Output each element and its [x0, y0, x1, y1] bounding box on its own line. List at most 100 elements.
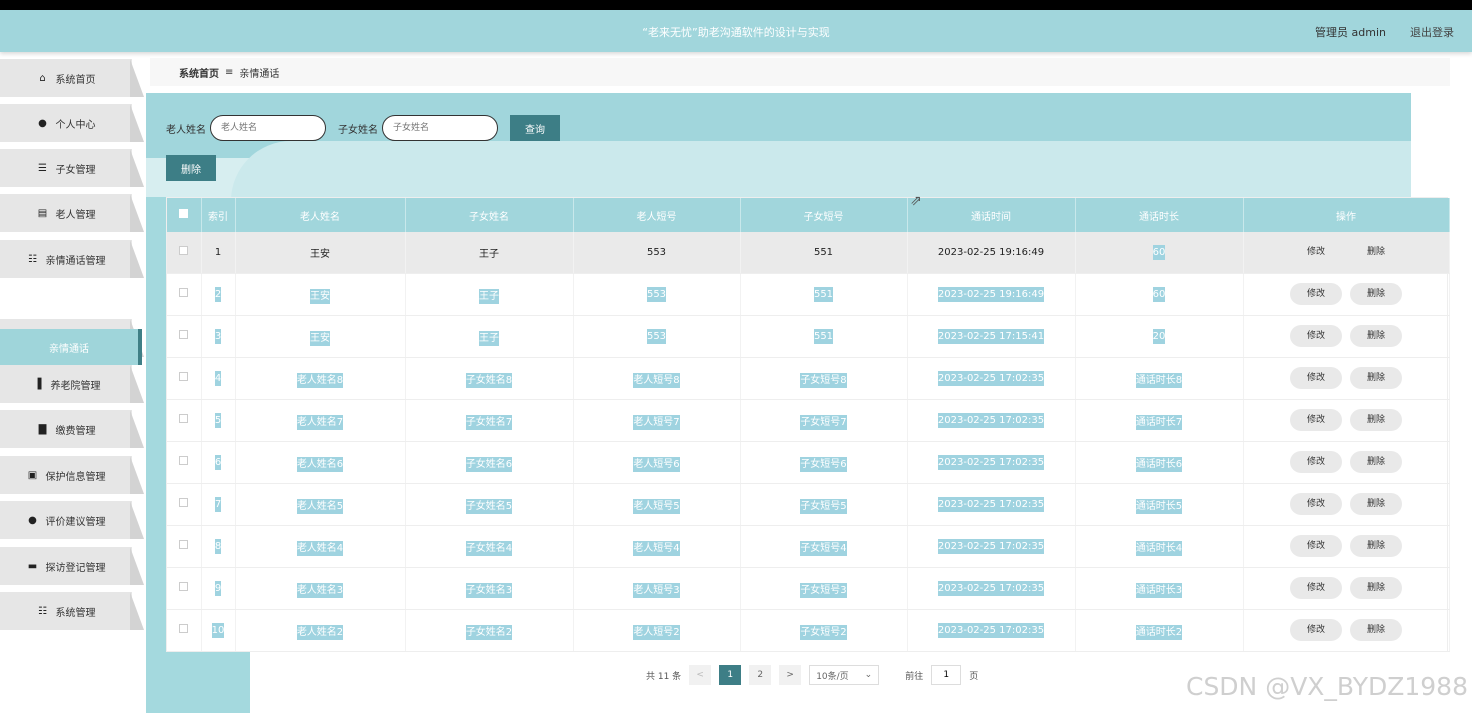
- cell-text: 551: [813, 286, 834, 302]
- cell-text: 2023-02-25 17:02:35: [937, 412, 1045, 428]
- page-1-button[interactable]: 1: [719, 665, 742, 685]
- select-all-header[interactable]: [167, 198, 202, 232]
- page-2-button[interactable]: 2: [749, 665, 772, 685]
- delete-button[interactable]: 删除: [1350, 367, 1402, 389]
- row-select-cell[interactable]: [167, 315, 202, 358]
- sidebar-item[interactable]: ▬ 探访登记管理: [0, 547, 146, 585]
- table-row[interactable]: 9 老人姓名3 子女姓名3 老人短号3 子女短号3 2023-02-25 17:02:35…: [167, 567, 1450, 610]
- breadcrumb-home[interactable]: 系统首页: [179, 65, 219, 80]
- table-header-row: 索引 老人姓名 子女姓名 老人短号 子女短号 通话时间 通话时长 操作: [167, 198, 1450, 232]
- sidebar-subitem-active[interactable]: 亲情通话: [0, 329, 142, 365]
- delete-button[interactable]: 删除: [1350, 577, 1402, 599]
- sidebar-item[interactable]: ☷ 系统管理: [0, 592, 146, 630]
- sidebar-item[interactable]: ☰ 子女管理: [0, 149, 146, 187]
- logout-link[interactable]: 退出登录: [1410, 24, 1454, 40]
- delete-button[interactable]: 删除: [1350, 619, 1402, 641]
- breadcrumb: 系统首页 ≡ 亲情通话: [150, 58, 1450, 86]
- row-select-cell[interactable]: [167, 399, 202, 442]
- delete-button[interactable]: 删除: [1350, 451, 1402, 473]
- table-row[interactable]: 3 王安 王子 553 551 2023-02-25 17:15:41 20 修改 删除: [167, 315, 1450, 358]
- cell-text: 王安: [310, 330, 330, 346]
- edit-button[interactable]: 修改: [1290, 241, 1342, 263]
- row-checkbox[interactable]: [179, 330, 189, 339]
- table-cell: 6: [201, 441, 236, 484]
- query-button[interactable]: 查询: [510, 115, 560, 141]
- sidebar-item[interactable]: ● 个人中心: [0, 104, 146, 142]
- table-row[interactable]: 6 老人姓名6 子女姓名6 老人短号6 子女短号6 2023-02-25 17:02:35…: [167, 441, 1450, 484]
- edit-button[interactable]: 修改: [1290, 577, 1342, 599]
- table-cell: 老人短号5: [573, 483, 741, 526]
- sidebar-item[interactable]: ☷ 亲情通话管理: [0, 240, 146, 278]
- row-select-cell[interactable]: [167, 357, 202, 400]
- goto-page-input[interactable]: [931, 665, 962, 685]
- edit-button[interactable]: 修改: [1290, 493, 1342, 515]
- row-select-cell[interactable]: [167, 273, 202, 316]
- row-checkbox[interactable]: [179, 372, 189, 381]
- delete-button[interactable]: 删除: [1350, 325, 1402, 347]
- table-cell: 3: [201, 315, 236, 358]
- sidebar-item[interactable]: ▐ 养老院管理: [0, 365, 146, 403]
- next-page-button[interactable]: >: [779, 665, 802, 685]
- cell-text: 老人姓名4: [296, 540, 344, 556]
- table-cell: 子女短号5: [740, 483, 908, 526]
- delete-button[interactable]: 删除: [1350, 493, 1402, 515]
- edit-button[interactable]: 修改: [1290, 367, 1342, 389]
- table-row[interactable]: 4 老人姓名8 子女姓名8 老人短号8 子女短号8 2023-02-25 17:02:35…: [167, 357, 1450, 400]
- sidebar-item[interactable]: ● 评价建议管理: [0, 501, 146, 539]
- app-header: “老来无忧”助老沟通软件的设计与实现 管理员 admin 退出登录: [0, 10, 1472, 52]
- sidebar-item[interactable]: ▣ 保护信息管理: [0, 456, 146, 494]
- sidebar-item-label: 保护信息管理: [45, 471, 106, 483]
- sidebar-item[interactable]: ▤ 老人管理: [0, 194, 146, 232]
- table-row[interactable]: 7 老人姓名5 子女姓名5 老人短号5 子女短号5 2023-02-25 17:02:35…: [167, 483, 1450, 526]
- prev-page-button[interactable]: <: [689, 665, 712, 685]
- table-row[interactable]: 8 老人姓名4 子女姓名4 老人短号4 子女短号4 2023-02-25 17:02:35…: [167, 525, 1450, 568]
- row-select-cell[interactable]: [167, 609, 202, 652]
- page-size-select[interactable]: 10条/页 ⌄: [809, 665, 880, 685]
- row-select-cell[interactable]: [167, 483, 202, 526]
- table-row[interactable]: 10 老人姓名2 子女姓名2 老人短号2 子女短号2 2023-02-25 17:02:3…: [167, 609, 1450, 652]
- row-select-cell[interactable]: [167, 525, 202, 568]
- select-all-checkbox[interactable]: [179, 209, 189, 218]
- delete-button[interactable]: 删除: [1350, 409, 1402, 431]
- row-checkbox[interactable]: [179, 246, 189, 256]
- search-row: 老人姓名 子女姓名 查询: [166, 115, 560, 141]
- row-checkbox[interactable]: [179, 582, 189, 591]
- table-row[interactable]: 5 老人姓名7 子女姓名7 老人短号7 子女短号7 2023-02-25 17:02:35…: [167, 399, 1450, 442]
- edit-button[interactable]: 修改: [1290, 619, 1342, 641]
- edit-button[interactable]: 修改: [1290, 535, 1342, 557]
- cell-text: 4: [214, 370, 222, 386]
- edit-button[interactable]: 修改: [1290, 409, 1342, 431]
- sidebar-item-label: 评价建议管理: [45, 516, 106, 528]
- row-checkbox[interactable]: [179, 498, 189, 507]
- row-checkbox[interactable]: [179, 414, 189, 423]
- table-row[interactable]: 2 王安 王子 553 551 2023-02-25 19:16:49 60 修改 删除: [167, 273, 1450, 316]
- user-label: 管理员 admin: [1315, 26, 1386, 39]
- row-checkbox[interactable]: [179, 540, 189, 549]
- delete-button[interactable]: 删除: [1350, 535, 1402, 557]
- delete-button[interactable]: 删除: [1350, 241, 1402, 263]
- row-checkbox[interactable]: [179, 624, 189, 633]
- row-checkbox[interactable]: [179, 456, 189, 465]
- cell-text: 王安: [310, 288, 330, 304]
- sidebar-item[interactable]: ⌂ 系统首页: [0, 59, 146, 97]
- child-name-input[interactable]: [382, 115, 498, 141]
- sidebar-item-content: ☰ 子女管理: [0, 149, 132, 187]
- table-row[interactable]: 1 王安 王子 553 551 2023-02-25 19:16:49 60 修改 删除: [167, 232, 1450, 274]
- sidebar-item[interactable]: ▇ 缴费管理: [0, 410, 146, 448]
- elder-name-input[interactable]: [210, 115, 326, 141]
- row-checkbox[interactable]: [179, 288, 189, 297]
- edit-button[interactable]: 修改: [1290, 451, 1342, 473]
- edit-button[interactable]: 修改: [1290, 325, 1342, 347]
- cell-text: 老人短号5: [633, 498, 680, 514]
- delete-button[interactable]: 删除: [1350, 283, 1402, 305]
- table-cell: 通话时长4: [1075, 525, 1244, 568]
- edit-button[interactable]: 修改: [1290, 283, 1342, 305]
- row-select-cell[interactable]: [167, 441, 202, 484]
- row-select-cell[interactable]: [167, 232, 202, 274]
- batch-delete-button[interactable]: 删除: [166, 155, 216, 181]
- cell-text: 通话时长7: [1135, 414, 1183, 430]
- table-cell: 2023-02-25 17:02:35: [907, 357, 1076, 400]
- menu-icon: ☷: [28, 253, 37, 265]
- table-cell: 7: [201, 483, 236, 526]
- row-select-cell[interactable]: [167, 567, 202, 610]
